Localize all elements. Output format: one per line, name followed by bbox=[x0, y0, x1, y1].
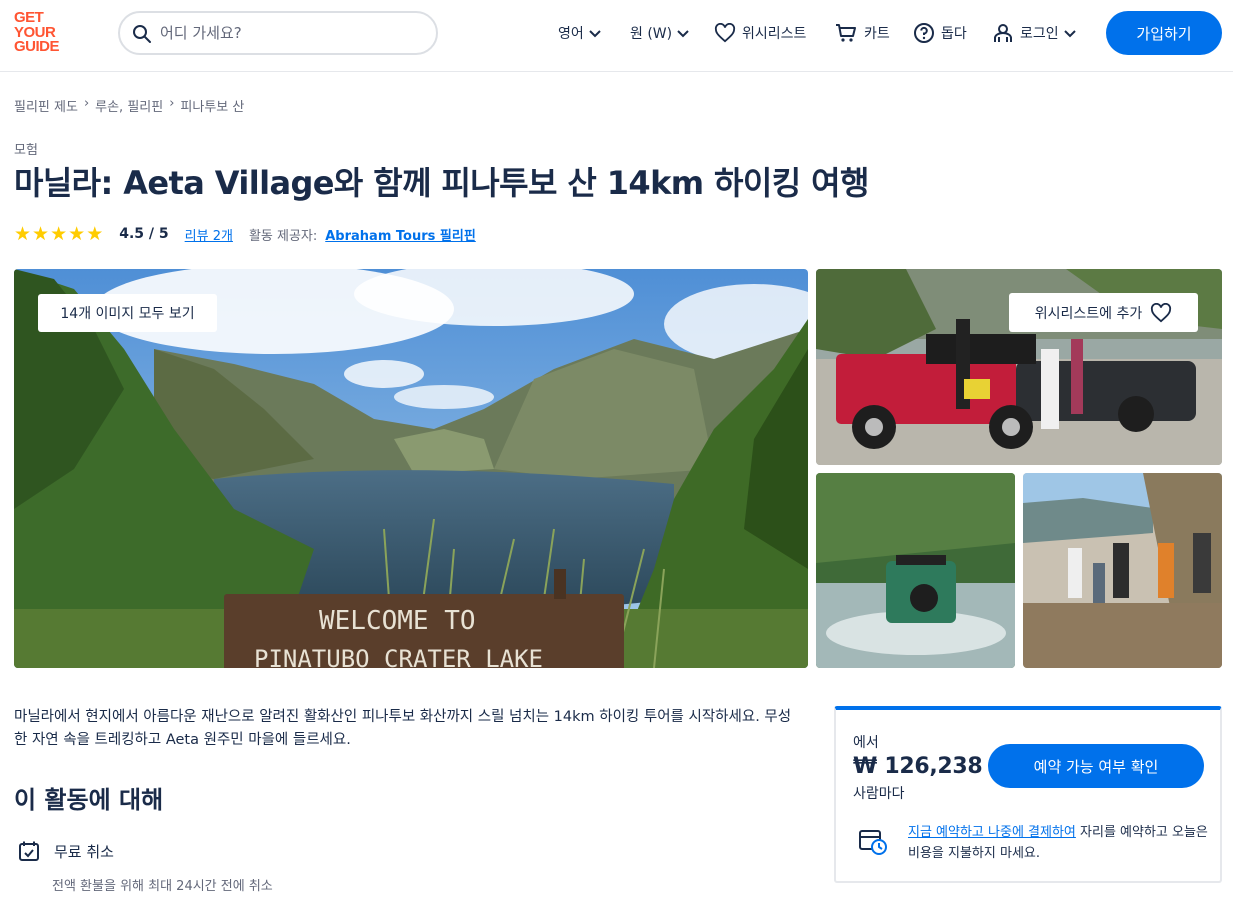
add-to-wishlist-button[interactable]: 위시리스트에 추가 bbox=[1009, 293, 1198, 332]
star-icon: ★ bbox=[86, 222, 104, 245]
logo-line-3: GUIDE bbox=[14, 38, 60, 55]
page-title: 마닐라: Aeta Village와 함께 피나투보 산 14km 하이킹 여행 bbox=[14, 164, 869, 202]
feature-subtitle: 전액 환불을 위해 최대 24시간 전에 취소 bbox=[52, 879, 273, 894]
price-unit-label: 사람마다 bbox=[853, 786, 905, 802]
breadcrumb: 필리핀 제도 › 루손, 필리핀 › 피나투보 산 bbox=[14, 96, 244, 115]
feature-title: 무료 취소 bbox=[54, 842, 114, 861]
chevron-down-icon bbox=[589, 30, 601, 38]
heart-icon bbox=[714, 23, 736, 43]
provider-label: 활동 제공자: bbox=[248, 228, 318, 244]
rating-score: 4.5 / 5 bbox=[119, 226, 169, 242]
reviews-link[interactable]: 리뷰 2개 bbox=[185, 225, 233, 244]
wishlist-label: 위시리스트 bbox=[742, 26, 807, 42]
gallery-image-jeep[interactable]: 위시리스트에 추가 bbox=[816, 269, 1222, 465]
star-icon: ★ bbox=[68, 222, 86, 245]
star-icon: ★ bbox=[14, 222, 32, 245]
heart-icon bbox=[1151, 302, 1172, 322]
wishlist-link[interactable]: 위시리스트 bbox=[714, 20, 806, 46]
reserve-now-link[interactable]: 지금 예약하고 나중에 결제하여 bbox=[908, 825, 1076, 840]
cart-link[interactable]: 카트 bbox=[834, 20, 890, 46]
rating-row: ★ ★ ★ ★ ★ 4.5 / 5 리뷰 2개 활동 제공자: Abraham … bbox=[14, 224, 476, 244]
about-section-title: 이 활동에 대해 bbox=[14, 786, 164, 814]
star-icon: ★ bbox=[32, 222, 50, 245]
river-jeep-photo bbox=[816, 473, 1015, 668]
chevron-down-icon bbox=[677, 30, 689, 38]
login-menu[interactable]: 로그인 bbox=[992, 20, 1077, 46]
check-availability-button[interactable]: 예약 가능 여부 확인 bbox=[988, 744, 1204, 788]
breadcrumb-separator: › bbox=[83, 96, 90, 111]
search-input[interactable] bbox=[160, 21, 420, 45]
sign-line-1: WELCOME TO bbox=[319, 606, 476, 636]
cart-label: 카트 bbox=[864, 26, 890, 42]
gallery-image-hikers[interactable] bbox=[1023, 473, 1222, 668]
booking-card: 에서 ₩ 126,238 사람마다 예약 가능 여부 확인 지금 예약하고 나중… bbox=[834, 706, 1222, 883]
language-label: 영어 bbox=[558, 26, 584, 42]
main-gallery-image[interactable]: WELCOME TO PINATUBO CRATER LAKE 14개 이미지 … bbox=[14, 269, 808, 668]
calendar-clock-icon bbox=[859, 830, 887, 855]
breadcrumb-item[interactable]: 루손, 필리핀 bbox=[95, 96, 163, 115]
provider-link[interactable]: Abraham Tours 필리핀 bbox=[325, 225, 476, 244]
view-all-images-button[interactable]: 14개 이미지 모두 보기 bbox=[38, 294, 217, 332]
star-rating: ★ ★ ★ ★ ★ bbox=[14, 222, 104, 245]
add-to-wishlist-label: 위시리스트에 추가 bbox=[1034, 305, 1143, 322]
calendar-check-icon bbox=[19, 841, 39, 861]
currency-selector[interactable]: 원 (W) bbox=[630, 20, 690, 46]
star-icon: ★ bbox=[50, 222, 68, 245]
profile-icon bbox=[994, 24, 1012, 42]
sign-line-2: PINATUBO CRATER LAKE bbox=[254, 645, 543, 668]
free-cancellation-feature: 무료 취소 bbox=[18, 840, 114, 862]
activity-category: 모험 bbox=[14, 143, 38, 158]
language-selector[interactable]: 영어 bbox=[558, 20, 602, 46]
chevron-down-icon bbox=[1063, 30, 1076, 38]
reserve-now-pay-later: 지금 예약하고 나중에 결제하여 자리를 예약하고 오늘은 비용을 지불하지 마… bbox=[908, 822, 1208, 864]
question-icon bbox=[914, 23, 934, 43]
breadcrumb-item[interactable]: 필리핀 제도 bbox=[14, 96, 78, 115]
help-label: 돕다 bbox=[941, 26, 967, 42]
currency-label: 원 (W) bbox=[630, 26, 673, 42]
hikers-photo bbox=[1023, 473, 1222, 668]
price-from-label: 에서 bbox=[853, 735, 879, 751]
breadcrumb-separator: › bbox=[169, 96, 175, 111]
search-box[interactable] bbox=[118, 11, 438, 55]
getyourguide-logo[interactable]: GET YOUR GUIDE bbox=[14, 10, 72, 55]
search-icon bbox=[133, 25, 151, 43]
breadcrumb-item[interactable]: 피나투보 산 bbox=[180, 96, 244, 115]
price-value: ₩ 126,238 bbox=[853, 754, 983, 779]
help-link[interactable]: 돕다 bbox=[913, 20, 967, 46]
login-label: 로그인 bbox=[1020, 26, 1059, 42]
top-header: GET YOUR GUIDE 영어 원 (W) 위시리스트 카트 돕다 로그인 … bbox=[0, 0, 1233, 72]
gallery-image-river[interactable] bbox=[816, 473, 1015, 668]
cart-icon bbox=[836, 24, 856, 42]
activity-description: 마닐라에서 현지에서 아름다운 재난으로 알려진 활화산인 피나투보 화산까지 … bbox=[14, 709, 792, 748]
signup-button[interactable]: 가입하기 bbox=[1106, 11, 1222, 55]
